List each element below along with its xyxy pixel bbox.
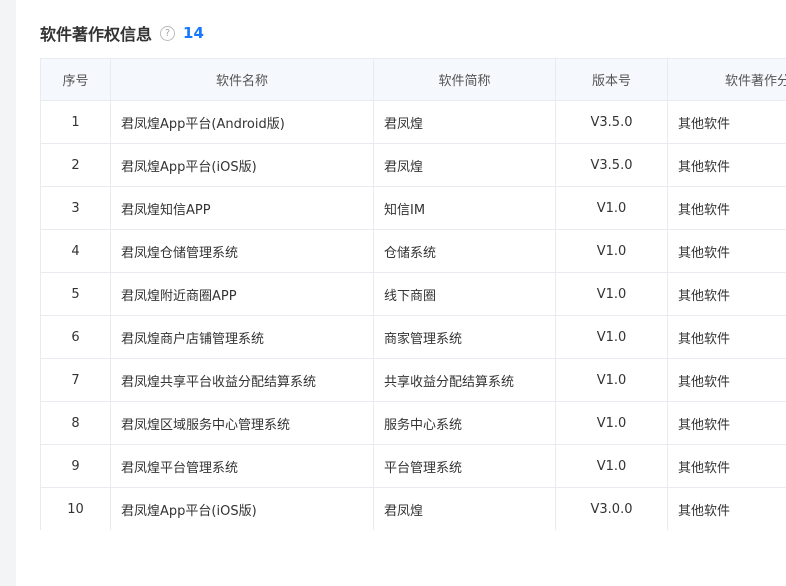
cell-category: 其他软件 [667, 487, 786, 530]
cell-index: 4 [40, 229, 111, 273]
cell-short-name: 线下商圈 [373, 272, 556, 316]
cell-category: 其他软件 [667, 272, 786, 316]
copyright-table-container: 序号 软件名称 软件简称 版本号 软件著作分类 1 君凤煌App平台(Andro… [40, 58, 786, 530]
cell-category: 其他软件 [667, 401, 786, 445]
cell-index: 6 [40, 315, 111, 359]
copyright-table: 序号 软件名称 软件简称 版本号 软件著作分类 1 君凤煌App平台(Andro… [40, 58, 786, 530]
cell-index: 7 [40, 358, 111, 402]
cell-software-name: 君凤煌仓储管理系统 [110, 229, 374, 273]
cell-software-name: 君凤煌App平台(iOS版) [110, 143, 374, 187]
cell-short-name: 共享收益分配结算系统 [373, 358, 556, 402]
cell-software-name: 君凤煌App平台(Android版) [110, 100, 374, 144]
header-version: 版本号 [555, 58, 668, 101]
cell-category: 其他软件 [667, 186, 786, 230]
cell-index: 9 [40, 444, 111, 488]
cell-short-name: 知信IM [373, 186, 556, 230]
cell-software-name: 君凤煌共享平台收益分配结算系统 [110, 358, 374, 402]
cell-index: 2 [40, 143, 111, 187]
cell-index: 8 [40, 401, 111, 445]
cell-software-name: 君凤煌区域服务中心管理系统 [110, 401, 374, 445]
cell-software-name: 君凤煌平台管理系统 [110, 444, 374, 488]
cell-category: 其他软件 [667, 229, 786, 273]
cell-version: V1.0 [555, 401, 668, 445]
cell-index: 3 [40, 186, 111, 230]
cell-software-name: 君凤煌商户店铺管理系统 [110, 315, 374, 359]
cell-version: V1.0 [555, 315, 668, 359]
table-row: 5 君凤煌附近商圈APP 线下商圈 V1.0 其他软件 [40, 272, 786, 316]
cell-version: V1.0 [555, 186, 668, 230]
table-header-row: 序号 软件名称 软件简称 版本号 软件著作分类 [40, 58, 786, 101]
cell-short-name: 商家管理系统 [373, 315, 556, 359]
table-row: 7 君凤煌共享平台收益分配结算系统 共享收益分配结算系统 V1.0 其他软件 [40, 358, 786, 402]
cell-category: 其他软件 [667, 143, 786, 187]
header-category: 软件著作分类 [667, 58, 786, 101]
cell-short-name: 君凤煌 [373, 143, 556, 187]
cell-index: 5 [40, 272, 111, 316]
cell-software-name: 君凤煌App平台(iOS版) [110, 487, 374, 530]
cell-software-name: 君凤煌知信APP [110, 186, 374, 230]
cell-short-name: 仓储系统 [373, 229, 556, 273]
table-row: 1 君凤煌App平台(Android版) 君凤煌 V3.5.0 其他软件 [40, 100, 786, 144]
cell-version: V3.0.0 [555, 487, 668, 530]
table-row: 4 君凤煌仓储管理系统 仓储系统 V1.0 其他软件 [40, 229, 786, 273]
cell-index: 1 [40, 100, 111, 144]
cell-category: 其他软件 [667, 358, 786, 402]
cell-short-name: 君凤煌 [373, 487, 556, 530]
header-index: 序号 [40, 58, 111, 101]
cell-version: V1.0 [555, 358, 668, 402]
cell-category: 其他软件 [667, 315, 786, 359]
table-row: 10 君凤煌App平台(iOS版) 君凤煌 V3.0.0 其他软件 [40, 487, 786, 530]
header-software-name: 软件名称 [110, 58, 374, 101]
cell-category: 其他软件 [667, 444, 786, 488]
software-copyright-panel: 软件著作权信息 ? 14 序号 软件名称 软件简称 版本号 软件著作分类 1 [16, 0, 786, 586]
cell-version: V3.5.0 [555, 143, 668, 187]
cell-short-name: 君凤煌 [373, 100, 556, 144]
record-count[interactable]: 14 [183, 24, 204, 42]
cell-version: V1.0 [555, 272, 668, 316]
table-row: 6 君凤煌商户店铺管理系统 商家管理系统 V1.0 其他软件 [40, 315, 786, 359]
question-circle-icon[interactable]: ? [160, 25, 176, 41]
cell-software-name: 君凤煌附近商圈APP [110, 272, 374, 316]
cell-version: V1.0 [555, 444, 668, 488]
table-row: 2 君凤煌App平台(iOS版) 君凤煌 V3.5.0 其他软件 [40, 143, 786, 187]
cell-index: 10 [40, 487, 111, 530]
table-row: 3 君凤煌知信APP 知信IM V1.0 其他软件 [40, 186, 786, 230]
header-short-name: 软件简称 [373, 58, 556, 101]
section-header: 软件著作权信息 ? 14 [40, 22, 204, 44]
table-row: 8 君凤煌区域服务中心管理系统 服务中心系统 V1.0 其他软件 [40, 401, 786, 445]
cell-short-name: 服务中心系统 [373, 401, 556, 445]
cell-short-name: 平台管理系统 [373, 444, 556, 488]
cell-version: V1.0 [555, 229, 668, 273]
table-row: 9 君凤煌平台管理系统 平台管理系统 V1.0 其他软件 [40, 444, 786, 488]
cell-version: V3.5.0 [555, 100, 668, 144]
section-title: 软件著作权信息 [40, 25, 153, 44]
cell-category: 其他软件 [667, 100, 786, 144]
